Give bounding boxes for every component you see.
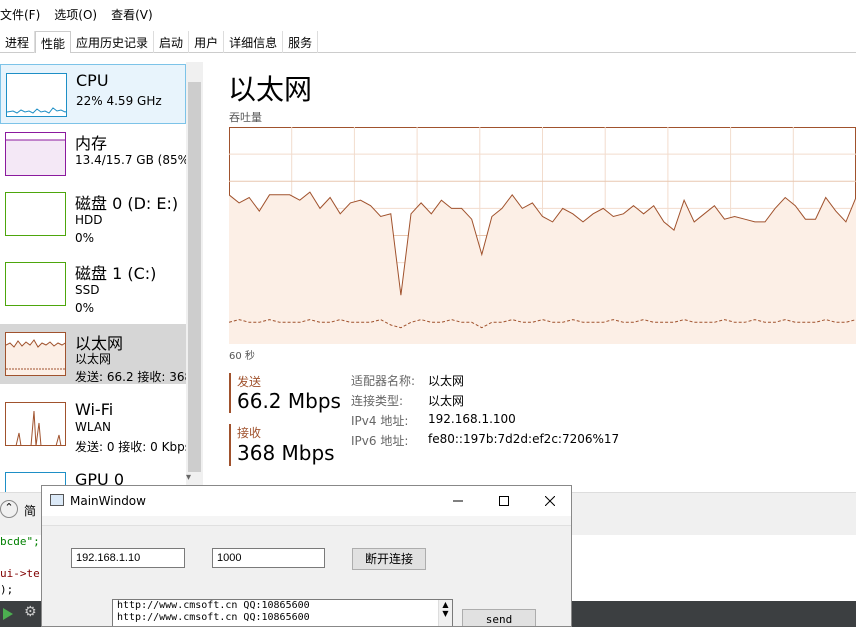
ip-input[interactable] bbox=[71, 548, 185, 568]
recv-indicator bbox=[229, 424, 231, 466]
send-indicator bbox=[229, 373, 231, 413]
menu-view[interactable]: 查看(V) bbox=[111, 6, 153, 26]
port-input[interactable] bbox=[212, 548, 325, 568]
tab-details[interactable]: 详细信息 bbox=[224, 31, 284, 53]
window-title: MainWindow bbox=[70, 494, 146, 508]
gear-icon[interactable]: ⚙ bbox=[24, 604, 37, 620]
tab-app-history[interactable]: 应用历史记录 bbox=[71, 31, 155, 53]
scroll-down-arrow-icon[interactable]: ▾ bbox=[186, 472, 191, 483]
sidebar-item-memory[interactable]: 内存 13.4/15.7 GB (85%) bbox=[0, 124, 194, 184]
sidebar-item-line1: 22% 4.59 GHz bbox=[76, 94, 162, 108]
collapse-icon[interactable]: ⌃ bbox=[0, 500, 18, 518]
maximize-icon[interactable] bbox=[481, 486, 527, 516]
code-line: ); bbox=[0, 583, 14, 596]
tab-strip: 进程 性能 应用历史记录 启动 用户 详细信息 服务 bbox=[0, 31, 856, 53]
sidebar-item-title: 内存 bbox=[75, 134, 108, 153]
performance-sidebar: CPU 22% 4.59 GHz 内存 13.4/15.7 GB (85%) 磁… bbox=[0, 62, 203, 492]
ipv4-value: 192.168.1.100 bbox=[428, 412, 516, 426]
code-line: bcde"; bbox=[0, 535, 40, 548]
sidebar-item-line2: 0% bbox=[75, 301, 95, 315]
sidebar-item-line2: 0% bbox=[75, 231, 95, 245]
close-icon[interactable] bbox=[527, 486, 571, 516]
tab-services[interactable]: 服务 bbox=[283, 31, 319, 53]
main-window-dialog: MainWindow 断开连接 http://www.cmsoft.cn QQ:… bbox=[41, 485, 572, 627]
sidebar-item-wifi[interactable]: Wi-Fi WLAN 发送: 0 接收: 0 Kbps bbox=[0, 394, 191, 454]
ipv6-key: IPv6 地址: bbox=[351, 434, 409, 448]
menu-options[interactable]: 选项(O) bbox=[54, 6, 97, 26]
sidebar-item-disk0[interactable]: 磁盘 0 (D: E:) HDD 0% bbox=[0, 184, 186, 245]
sidebar-item-line1: HDD bbox=[75, 213, 103, 227]
tab-performance[interactable]: 性能 bbox=[35, 31, 72, 53]
sidebar-item-title: Wi-Fi bbox=[75, 400, 114, 419]
log-scrollbar[interactable]: ▲ ▼ bbox=[438, 600, 452, 626]
adapter-name-value: 以太网 bbox=[428, 374, 465, 388]
memory-thumbnail bbox=[5, 132, 66, 176]
send-value: 66.2 Mbps bbox=[237, 389, 341, 413]
connection-type-key: 连接类型: bbox=[351, 394, 404, 408]
send-label: 发送 bbox=[237, 375, 262, 389]
disk0-thumbnail bbox=[5, 192, 66, 236]
menu-file[interactable]: 文件(F) bbox=[0, 6, 40, 26]
connection-type-value: 以太网 bbox=[428, 394, 465, 408]
tab-startup[interactable]: 启动 bbox=[154, 31, 190, 53]
chart-time-label: 60 秒 bbox=[229, 351, 255, 362]
sidebar-item-disk1[interactable]: 磁盘 1 (C:) SSD 0% bbox=[0, 254, 186, 315]
sidebar-item-line1: WLAN bbox=[75, 420, 112, 434]
page-title: 以太网 bbox=[228, 73, 313, 106]
sidebar-item-title: CPU bbox=[76, 71, 109, 90]
log-line: http://www.cmsoft.cn QQ:10865600 bbox=[117, 612, 310, 623]
sidebar-item-line1: SSD bbox=[75, 283, 100, 297]
sidebar-item-ethernet[interactable]: 以太网 以太网 发送: 66.2 接收: 368 bbox=[0, 324, 192, 384]
chart-label: 吞吐量 bbox=[229, 111, 262, 124]
ethernet-thumbnail bbox=[5, 332, 66, 376]
cpu-thumbnail bbox=[6, 73, 67, 117]
sidebar-item-line2: 发送: 0 接收: 0 Kbps bbox=[75, 440, 191, 454]
recv-value: 368 Mbps bbox=[237, 441, 335, 465]
send-button[interactable]: send bbox=[462, 609, 536, 626]
sidebar-item-title: 磁盘 0 (D: E:) bbox=[75, 194, 179, 213]
ipv4-key: IPv4 地址: bbox=[351, 414, 409, 428]
tab-processes[interactable]: 进程 bbox=[0, 31, 36, 53]
adapter-name-key: 适配器名称: bbox=[351, 374, 416, 388]
disconnect-button[interactable]: 断开连接 bbox=[352, 548, 426, 570]
disk1-thumbnail bbox=[5, 262, 66, 306]
sidebar-item-title: 磁盘 1 (C:) bbox=[75, 264, 157, 283]
wifi-thumbnail bbox=[5, 402, 66, 446]
log-textarea[interactable]: http://www.cmsoft.cn QQ:10865600 http://… bbox=[112, 599, 453, 626]
log-line: http://www.cmsoft.cn QQ:10865600 bbox=[117, 600, 310, 611]
collapse-label[interactable]: 简 bbox=[24, 502, 36, 519]
menu-strip bbox=[42, 516, 571, 526]
sidebar-scrollbar-thumb[interactable] bbox=[188, 82, 201, 472]
sidebar-item-line1: 13.4/15.7 GB (85%) bbox=[75, 153, 194, 167]
sidebar-item-cpu[interactable]: CPU 22% 4.59 GHz bbox=[0, 64, 186, 124]
minimize-icon[interactable] bbox=[435, 486, 481, 516]
app-icon bbox=[50, 494, 64, 506]
code-line: ui->te bbox=[0, 567, 40, 580]
throughput-chart bbox=[229, 127, 856, 344]
sidebar-item-line1: 以太网 bbox=[75, 352, 112, 366]
sidebar-item-line2: 发送: 66.2 接收: 368 bbox=[75, 370, 193, 384]
recv-label: 接收 bbox=[237, 426, 262, 440]
menu-bar: 文件(F) 选项(O) 查看(V) bbox=[0, 6, 167, 26]
ipv6-value: fe80::197b:7d2d:ef2c:7206%17 bbox=[428, 432, 620, 446]
tab-users[interactable]: 用户 bbox=[189, 31, 225, 53]
run-icon[interactable] bbox=[2, 607, 14, 621]
window-titlebar[interactable]: MainWindow bbox=[42, 486, 571, 516]
